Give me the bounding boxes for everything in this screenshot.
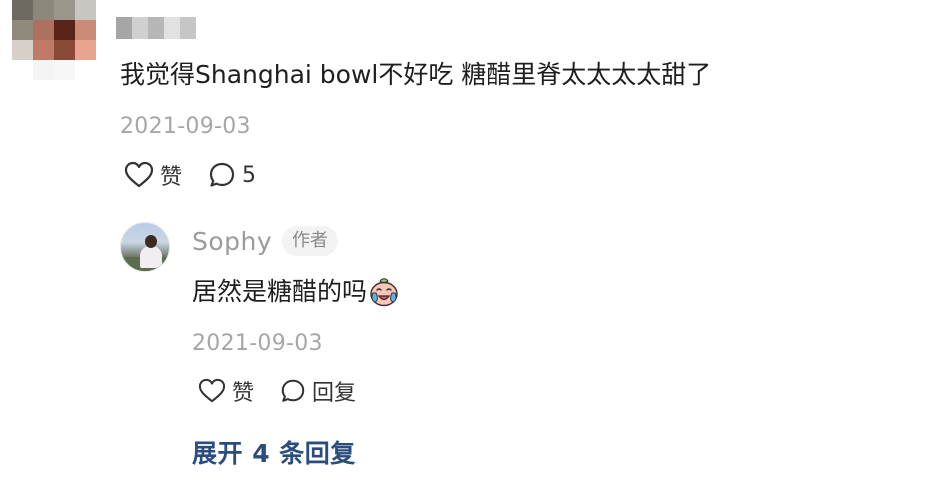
avatar-pixel [33,60,54,80]
reply-username[interactable]: Sophy [192,226,272,258]
avatar-figure-body [140,246,162,268]
username-pixel [180,17,196,39]
comment-count: 5 [242,162,257,188]
heart-icon [198,378,226,403]
username-pixel [132,17,148,39]
comment-actions: 赞 5 [124,157,256,193]
avatar-pixel [54,60,75,80]
speech-bubble-icon [209,162,235,187]
reply-label: 回复 [312,381,357,406]
avatar-pixel [12,0,33,20]
avatar-pixel [12,40,33,60]
avatar-pixel [33,0,54,20]
reply-like-button[interactable]: 赞 [198,375,254,407]
crying-face-emoji-icon [370,278,398,307]
avatar-pixel [75,0,96,20]
reply-date: 2021-09-03 [192,331,323,356]
username-pixel [116,17,132,39]
avatar-figure-head [145,235,157,248]
avatar[interactable] [12,0,96,80]
username-pixel [164,17,180,39]
username-blurred[interactable] [116,17,196,39]
expand-replies-link[interactable]: 展开 4 条回复 [192,437,356,471]
username-pixel [148,17,164,39]
avatar-pixel [12,60,33,80]
heart-icon [124,161,154,188]
speech-bubble-icon [281,379,305,402]
avatar-pixel [33,40,54,60]
comment-text: 我觉得Shanghai bowl不好吃 糖醋里脊太太太太甜了 [120,60,712,89]
reply-text-row: 居然是糖醋的吗 [192,275,399,309]
avatar-pixel [75,40,96,60]
reply-button[interactable]: 回复 [280,375,356,407]
avatar-pixel [75,60,96,80]
like-label: 赞 [160,165,183,190]
reply-avatar[interactable] [120,222,170,272]
comment-date: 2021-09-03 [120,114,251,139]
avatar-pixel [54,40,75,60]
like-button[interactable]: 赞 [124,159,182,191]
reply-like-label: 赞 [232,381,255,406]
avatar-pixel [33,20,54,40]
author-badge: 作者 [282,226,338,256]
comment-button[interactable]: 5 [208,161,256,189]
reply-actions: 赞 回复 [198,373,356,409]
avatar-pixel [12,20,33,40]
avatar-pixel [75,20,96,40]
reply-text: 居然是糖醋的吗 [192,277,368,306]
avatar-pixel [54,20,75,40]
avatar-pixel [54,0,75,20]
